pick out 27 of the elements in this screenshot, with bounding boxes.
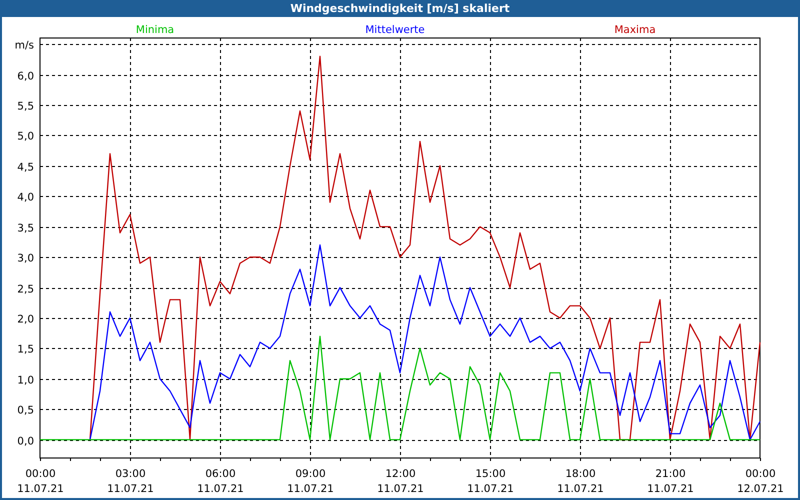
- y-axis-label: 3,0: [17, 252, 34, 264]
- x-axis-label: 18:00 11.07.21: [557, 468, 604, 495]
- x-axis-label: 00:00 12.07.21: [737, 468, 784, 495]
- y-axis-label: 5,5: [17, 100, 34, 112]
- y-axis-label: 4,5: [17, 162, 34, 174]
- y-axis-label: 2,0: [17, 314, 34, 326]
- x-axis-label: 09:00 11.07.21: [287, 468, 334, 495]
- y-axis-label: 1,5: [17, 344, 34, 356]
- y-axis-label: 2,5: [17, 284, 34, 296]
- x-axis-label: 03:00 11.07.21: [107, 468, 154, 495]
- y-axis-label: 6,0: [17, 70, 34, 82]
- series-label: Minima: [136, 24, 174, 36]
- y-axis-label: 0,0: [17, 436, 34, 448]
- y-axis-label: 4,0: [17, 192, 34, 204]
- y-axis-label: 0,5: [17, 404, 34, 416]
- y-axis-label: m/s: [14, 40, 34, 52]
- series-label: Mittelwerte: [365, 24, 425, 36]
- window-title: Windgeschwindigkeit [m/s] skaliert: [290, 2, 510, 15]
- x-axis-label: 21:00 11.07.21: [647, 468, 694, 495]
- y-axis-label: 3,5: [17, 222, 34, 234]
- series-label: Maxima: [614, 24, 656, 36]
- y-axis-label: 5,0: [17, 130, 34, 142]
- x-axis-label: 15:00 11.07.21: [467, 468, 514, 495]
- x-axis-label: 12:00 11.07.21: [377, 468, 424, 495]
- x-axis-label: 00:00 11.07.21: [17, 468, 64, 495]
- y-axis-label: 1,0: [17, 374, 34, 386]
- x-axis-label: 06:00 11.07.21: [197, 468, 244, 495]
